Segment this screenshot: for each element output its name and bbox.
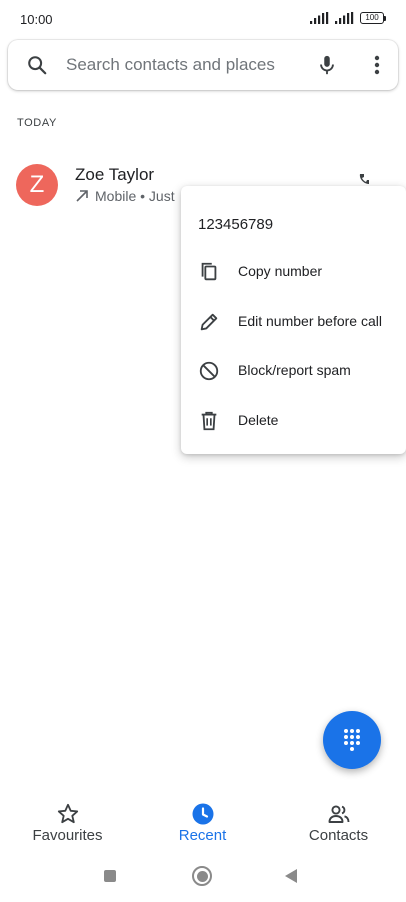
back-triangle-icon[interactable] — [285, 869, 297, 883]
menu-item-copy-number[interactable]: Copy number — [181, 250, 406, 294]
call-icon[interactable] — [358, 173, 370, 185]
bottom-nav: Favourites Recent Contacts — [0, 792, 406, 852]
nav-tab-favourites[interactable]: Favourites — [0, 792, 135, 852]
search-bar[interactable]: Search contacts and places — [8, 40, 398, 90]
menu-item-label: Edit number before call — [238, 313, 382, 329]
menu-item-delete[interactable]: Delete — [181, 399, 406, 443]
signal-icon — [335, 12, 354, 24]
status-time: 10:00 — [20, 12, 53, 27]
menu-item-label: Delete — [238, 412, 279, 428]
outgoing-call-icon — [76, 190, 88, 202]
more-vert-icon[interactable] — [372, 54, 382, 76]
nav-label: Contacts — [308, 827, 369, 844]
block-icon — [199, 361, 219, 381]
menu-item-block-spam[interactable]: Block/report spam — [181, 349, 406, 393]
menu-item-label: Copy number — [238, 263, 323, 279]
menu-item-edit-number[interactable]: Edit number before call — [181, 300, 406, 344]
recents-square-icon[interactable] — [104, 870, 116, 882]
nav-tab-recent[interactable]: Recent — [135, 792, 270, 852]
delete-icon — [201, 411, 217, 431]
clock-icon — [192, 803, 213, 825]
call-meta: Mobile • Just — [75, 188, 175, 204]
mic-icon[interactable] — [316, 53, 338, 77]
nav-label: Favourites — [32, 827, 103, 844]
edit-icon — [200, 313, 218, 331]
nav-label: Recent — [178, 827, 227, 844]
contact-name: Zoe Taylor — [75, 165, 155, 184]
section-label-today: TODAY — [17, 117, 57, 129]
copy-icon — [201, 262, 217, 281]
search-icon[interactable] — [26, 54, 48, 76]
dialpad-button[interactable] — [323, 711, 381, 769]
call-type-time: Mobile • Just — [95, 188, 175, 204]
battery-level: 100 — [365, 13, 379, 22]
star-icon — [57, 803, 78, 824]
search-input[interactable]: Search contacts and places — [66, 55, 275, 75]
battery-icon: 100 — [360, 12, 386, 24]
status-icons: 100 — [310, 12, 386, 24]
people-icon — [328, 805, 349, 823]
avatar[interactable]: Z — [16, 164, 58, 206]
menu-phone-number: 123456789 — [198, 216, 274, 233]
signal-icon — [310, 12, 329, 24]
call-options-menu: 123456789 Copy number Edit number before… — [181, 186, 406, 454]
home-circle-icon[interactable] — [192, 866, 212, 886]
dialpad-icon — [344, 729, 360, 751]
nav-tab-contacts[interactable]: Contacts — [271, 792, 406, 852]
menu-item-label: Block/report spam — [238, 362, 351, 378]
